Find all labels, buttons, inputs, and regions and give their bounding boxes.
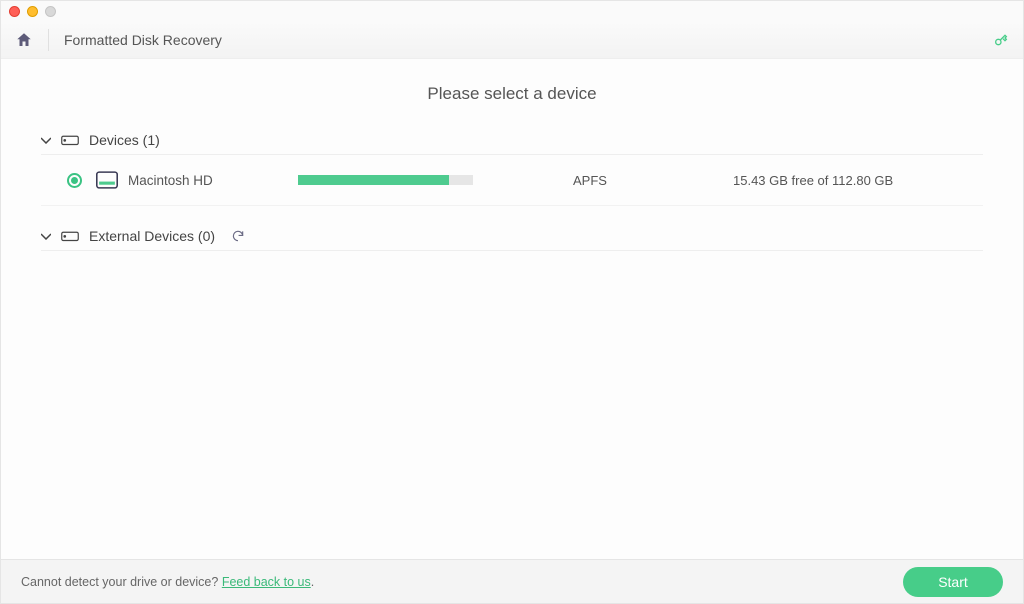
footer-prompt: Cannot detect your drive or device? — [21, 575, 222, 589]
toolbar: Formatted Disk Recovery — [1, 21, 1023, 59]
chevron-down-icon — [41, 233, 51, 240]
page-title: Formatted Disk Recovery — [64, 32, 222, 48]
disk-icon — [96, 171, 118, 189]
device-row[interactable]: Macintosh HD APFS 15.43 GB free of 112.8… — [41, 155, 983, 206]
maximize-window[interactable] — [45, 6, 56, 17]
close-window[interactable] — [9, 6, 20, 17]
usage-bar — [298, 175, 473, 185]
home-icon[interactable] — [15, 31, 33, 49]
filesystem-label: APFS — [573, 173, 723, 188]
refresh-icon[interactable] — [231, 229, 245, 243]
separator — [48, 29, 49, 51]
free-space-label: 15.43 GB free of 112.80 GB — [733, 173, 893, 188]
main-heading: Please select a device — [41, 84, 983, 104]
external-group-label: External Devices (0) — [89, 228, 215, 244]
start-button[interactable]: Start — [903, 567, 1003, 597]
app-window: Formatted Disk Recovery Please select a … — [0, 0, 1024, 604]
footer-period: . — [311, 575, 314, 589]
feedback-link[interactable]: Feed back to us — [222, 575, 311, 589]
footer: Cannot detect your drive or device? Feed… — [1, 559, 1023, 603]
radio-selected[interactable] — [67, 173, 82, 188]
window-controls — [9, 6, 56, 17]
chevron-down-icon — [41, 137, 51, 144]
footer-text: Cannot detect your drive or device? Feed… — [21, 575, 314, 589]
usage-bar-fill — [298, 175, 449, 185]
devices-group-label: Devices (1) — [89, 132, 160, 148]
device-name: Macintosh HD — [128, 173, 288, 188]
key-icon[interactable] — [993, 32, 1009, 48]
external-drive-icon — [61, 229, 79, 243]
minimize-window[interactable] — [27, 6, 38, 17]
external-group-header[interactable]: External Devices (0) — [41, 222, 983, 251]
main-content: Please select a device Devices (1) Macin… — [1, 59, 1023, 559]
devices-group-header[interactable]: Devices (1) — [41, 126, 983, 155]
titlebar — [1, 1, 1023, 21]
drive-icon — [61, 133, 79, 147]
